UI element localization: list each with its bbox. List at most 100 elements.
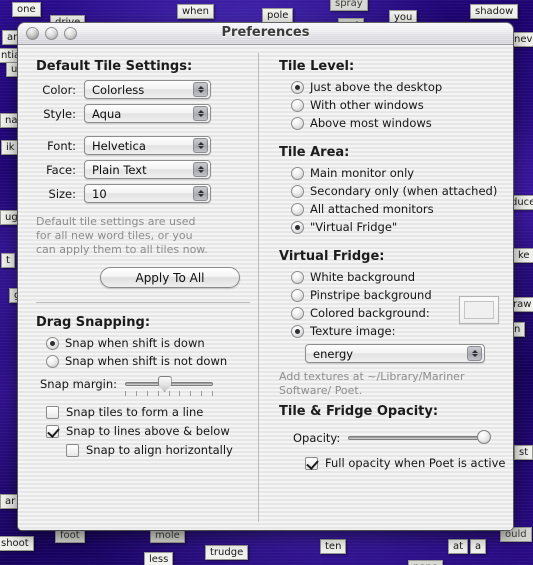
radio-indicator bbox=[291, 80, 304, 94]
radio-indicator bbox=[291, 306, 304, 320]
color-popup-button[interactable]: Colorless bbox=[84, 80, 211, 99]
checkbox-label: Full opacity when Poet is active bbox=[325, 456, 506, 470]
radio-indicator bbox=[291, 116, 304, 130]
chevron-updown-icon bbox=[467, 346, 482, 361]
color-popup-value: Colorless bbox=[92, 82, 145, 97]
radio-all-attached-monitors[interactable]: All attached monitors bbox=[291, 202, 513, 216]
size-popup-value: 10 bbox=[92, 186, 107, 201]
radio-indicator bbox=[291, 184, 304, 198]
opacity-title: Tile & Fridge Opacity: bbox=[279, 404, 439, 419]
drag-snapping-title: Drag Snapping: bbox=[36, 315, 151, 330]
radio-indicator bbox=[46, 354, 59, 368]
snap-margin-slider[interactable] bbox=[125, 376, 214, 396]
window-title: Preferences bbox=[221, 25, 310, 40]
window-controls bbox=[26, 27, 77, 40]
opacity-slider[interactable] bbox=[348, 430, 492, 444]
radio-above-most-windows[interactable]: Above most windows bbox=[291, 116, 513, 130]
chevron-updown-icon bbox=[193, 138, 208, 153]
face-popup-button[interactable]: Plain Text bbox=[84, 160, 211, 179]
texture-popup-value: energy bbox=[313, 346, 354, 361]
color-swatch bbox=[464, 301, 494, 319]
word-tile[interactable]: t bbox=[1, 253, 15, 268]
font-popup-button[interactable]: Helvetica bbox=[84, 136, 211, 155]
word-tile[interactable]: pole bbox=[262, 8, 294, 23]
word-tile[interactable]: one bbox=[12, 2, 41, 17]
snap-margin-row: Snap margin: bbox=[40, 376, 258, 396]
size-label: Size: bbox=[48, 186, 76, 201]
texture-help-text: Add textures at ~/Library/Mariner Softwa… bbox=[279, 370, 465, 397]
word-tile[interactable]: ke bbox=[513, 248, 533, 263]
section-divider bbox=[36, 302, 250, 303]
word-tile[interactable]: foot bbox=[55, 528, 85, 543]
checkbox-indicator bbox=[305, 456, 318, 470]
checkbox-indicator bbox=[66, 443, 79, 457]
default-tile-settings-title: Default Tile Settings: bbox=[36, 59, 193, 74]
word-tile[interactable]: trudge bbox=[205, 545, 249, 560]
radio-just-above-desktop[interactable]: Just above the desktop bbox=[291, 80, 513, 94]
radio-label: All attached monitors bbox=[310, 202, 434, 216]
radio-snap-shift-down[interactable]: Snap when shift is down bbox=[46, 336, 258, 350]
checkbox-full-opacity-when-active[interactable]: Full opacity when Poet is active bbox=[305, 456, 513, 470]
radio-label: Just above the desktop bbox=[310, 80, 443, 94]
radio-main-monitor-only[interactable]: Main monitor only bbox=[291, 166, 513, 180]
radio-virtual-fridge[interactable]: "Virtual Fridge" bbox=[291, 220, 513, 234]
radio-label: Snap when shift is not down bbox=[65, 354, 228, 368]
word-tile[interactable]: st bbox=[514, 445, 533, 460]
word-tile[interactable]: ik bbox=[1, 140, 20, 155]
tile-level-title: Tile Level: bbox=[279, 59, 355, 74]
word-tile[interactable]: when bbox=[177, 4, 215, 19]
size-popup-button[interactable]: 10 bbox=[84, 184, 211, 203]
slider-thumb[interactable] bbox=[477, 430, 492, 444]
radio-indicator bbox=[291, 98, 304, 112]
radio-texture-image[interactable]: Texture image: bbox=[291, 324, 513, 338]
color-field-row: Color: Colorless bbox=[36, 80, 258, 99]
size-field-row: Size: 10 bbox=[36, 184, 258, 203]
font-label: Font: bbox=[47, 138, 76, 153]
minimize-button[interactable] bbox=[45, 27, 58, 40]
desktop-background: onedrivewhenpoleoutyoushadowsprayanntial… bbox=[0, 0, 533, 565]
word-tile[interactable]: a bbox=[470, 539, 487, 554]
preferences-content: Default Tile Settings: Color: Colorless … bbox=[18, 45, 513, 530]
word-tile[interactable]: shadow bbox=[470, 4, 519, 19]
checkbox-snap-form-line[interactable]: Snap tiles to form a line bbox=[46, 405, 258, 419]
checkbox-indicator bbox=[46, 424, 59, 438]
radio-white-background[interactable]: White background bbox=[291, 270, 513, 284]
word-tile[interactable]: shoot bbox=[0, 536, 34, 551]
opacity-row: Opacity: bbox=[293, 430, 513, 445]
radio-snap-shift-not-down[interactable]: Snap when shift is not down bbox=[46, 354, 258, 368]
word-tile[interactable]: less bbox=[144, 552, 174, 565]
style-popup-button[interactable]: Aqua bbox=[84, 104, 211, 123]
radio-label: "Virtual Fridge" bbox=[310, 220, 398, 234]
radio-with-other-windows[interactable]: With other windows bbox=[291, 98, 513, 112]
word-tile[interactable]: mole bbox=[150, 528, 185, 543]
checkbox-indicator bbox=[46, 405, 59, 419]
radio-indicator bbox=[291, 288, 304, 302]
slider-thumb[interactable] bbox=[157, 376, 172, 392]
font-popup-value: Helvetica bbox=[92, 138, 146, 153]
apply-to-all-button[interactable]: Apply To All bbox=[100, 267, 240, 288]
texture-popup-button[interactable]: energy bbox=[305, 344, 485, 363]
radio-label: Colored background: bbox=[310, 306, 430, 320]
color-label: Color: bbox=[42, 82, 76, 97]
zoom-button[interactable] bbox=[64, 27, 77, 40]
face-field-row: Face: Plain Text bbox=[36, 160, 258, 179]
checkbox-snap-lines-above-below[interactable]: Snap to lines above & below bbox=[46, 424, 258, 438]
checkbox-snap-align-horizontally[interactable]: Snap to align horizontally bbox=[66, 443, 258, 457]
word-tile[interactable]: nope bbox=[408, 560, 443, 565]
font-field-row: Font: Helvetica bbox=[36, 136, 258, 155]
word-tile[interactable]: at bbox=[448, 539, 469, 554]
radio-label: Pinstripe background bbox=[310, 288, 432, 302]
word-tile[interactable]: ten bbox=[320, 539, 347, 554]
background-color-well[interactable] bbox=[459, 296, 499, 324]
checkbox-label: Snap tiles to form a line bbox=[66, 405, 204, 419]
window-titlebar[interactable]: Preferences bbox=[18, 23, 513, 45]
radio-indicator bbox=[291, 270, 304, 284]
radio-secondary-only[interactable]: Secondary only (when attached) bbox=[291, 184, 513, 198]
radio-indicator bbox=[291, 220, 304, 234]
word-tile[interactable]: spray bbox=[330, 0, 368, 11]
radio-label: Snap when shift is down bbox=[65, 336, 205, 350]
checkbox-label: Snap to lines above & below bbox=[66, 424, 230, 438]
checkbox-label: Snap to align horizontally bbox=[86, 443, 233, 457]
left-column: Default Tile Settings: Color: Colorless … bbox=[18, 45, 258, 530]
close-button[interactable] bbox=[26, 27, 39, 40]
